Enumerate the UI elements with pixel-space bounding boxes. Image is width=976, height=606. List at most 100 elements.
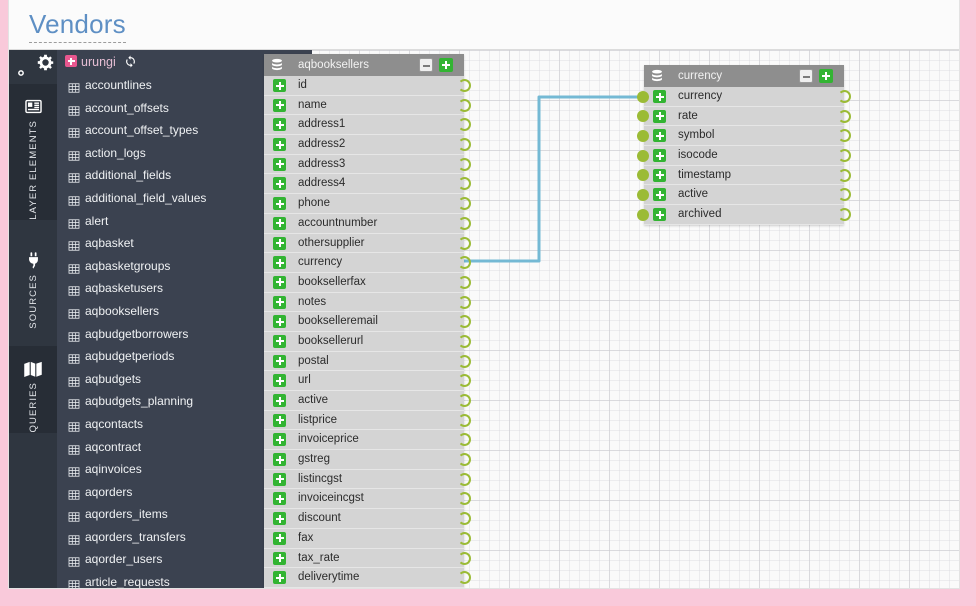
add-field-icon[interactable] bbox=[273, 531, 286, 545]
field-connector-right[interactable] bbox=[458, 571, 471, 585]
entity-field-row[interactable]: gstreg bbox=[264, 450, 471, 470]
field-connector-right[interactable] bbox=[458, 413, 471, 427]
entity-field-row[interactable]: listprice bbox=[264, 410, 471, 431]
refresh-icon[interactable] bbox=[121, 55, 137, 71]
field-connector-right[interactable] bbox=[458, 472, 471, 486]
field-connector-right[interactable] bbox=[838, 109, 851, 123]
entity-field-row[interactable]: accountnumber bbox=[264, 213, 471, 234]
field-connector-right[interactable] bbox=[838, 188, 851, 202]
field-connector-right[interactable] bbox=[458, 394, 471, 407]
add-field-icon[interactable] bbox=[273, 492, 286, 506]
add-field-icon[interactable] bbox=[273, 138, 286, 152]
field-connector-right[interactable] bbox=[458, 98, 471, 112]
add-field-icon[interactable] bbox=[273, 354, 286, 368]
field-connector-right[interactable] bbox=[838, 129, 851, 143]
entity-field-row[interactable]: address4 bbox=[264, 174, 471, 195]
sidebar-group-settings[interactable] bbox=[9, 50, 57, 84]
add-field-icon[interactable] bbox=[273, 98, 286, 112]
add-field-icon[interactable] bbox=[273, 256, 286, 270]
field-connector-right[interactable] bbox=[458, 275, 471, 289]
sidebar-group-layer-elements[interactable]: LAYER ELEMENTS bbox=[9, 84, 57, 220]
entity-field-row[interactable]: address2 bbox=[264, 135, 471, 155]
add-field-icon[interactable] bbox=[273, 394, 286, 407]
add-field-icon[interactable] bbox=[273, 157, 286, 171]
field-connector-right[interactable] bbox=[458, 216, 471, 230]
entity-field-row[interactable]: booksellerurl bbox=[264, 331, 471, 352]
entity-field-row[interactable]: active bbox=[637, 185, 851, 206]
add-field-icon[interactable] bbox=[273, 551, 286, 565]
field-connector-right[interactable] bbox=[838, 90, 851, 103]
entity-field-row[interactable]: isocode bbox=[637, 146, 851, 166]
add-field-icon[interactable] bbox=[273, 413, 286, 427]
entity-field-row[interactable]: postal bbox=[264, 351, 471, 372]
field-connector-left[interactable] bbox=[637, 90, 649, 103]
add-field-icon[interactable] bbox=[273, 177, 286, 191]
collapse-button-aqbooksellers[interactable] bbox=[419, 58, 433, 72]
field-connector-left[interactable] bbox=[637, 188, 649, 201]
add-field-icon[interactable] bbox=[273, 453, 286, 467]
field-connector-left[interactable] bbox=[637, 169, 649, 182]
entity-field-row[interactable]: notes bbox=[264, 292, 471, 313]
add-field-icon[interactable] bbox=[273, 472, 286, 486]
entity-field-row[interactable]: url bbox=[264, 371, 471, 391]
expand-button-currency[interactable] bbox=[819, 69, 833, 83]
entity-field-row[interactable]: timestamp bbox=[637, 165, 851, 186]
field-connector-right[interactable] bbox=[458, 177, 471, 191]
entity-field-row[interactable]: phone bbox=[264, 194, 471, 214]
field-connector-right[interactable] bbox=[458, 157, 471, 171]
entity-field-row[interactable]: booksellerfax bbox=[264, 272, 471, 293]
field-connector-right[interactable] bbox=[838, 149, 851, 163]
add-field-icon[interactable] bbox=[653, 168, 666, 182]
field-connector-right[interactable] bbox=[458, 433, 471, 447]
field-connector-left[interactable] bbox=[637, 208, 649, 221]
entity-field-row[interactable]: address1 bbox=[264, 115, 471, 136]
collapse-button-currency[interactable] bbox=[799, 69, 813, 83]
field-connector-right[interactable] bbox=[458, 551, 471, 565]
entity-field-row[interactable]: invoiceincgst bbox=[264, 489, 471, 510]
entity-field-row[interactable]: id bbox=[264, 76, 471, 96]
field-connector-right[interactable] bbox=[838, 168, 851, 182]
field-connector-left[interactable] bbox=[637, 149, 649, 162]
field-connector-right[interactable] bbox=[458, 256, 471, 270]
entity-field-row[interactable]: address3 bbox=[264, 154, 471, 175]
add-field-icon[interactable] bbox=[273, 334, 286, 348]
field-connector-right[interactable] bbox=[838, 208, 851, 222]
field-connector-left[interactable] bbox=[637, 110, 649, 123]
field-connector-right[interactable] bbox=[458, 374, 471, 388]
add-field-icon[interactable] bbox=[273, 275, 286, 289]
add-field-icon[interactable] bbox=[653, 129, 666, 143]
sidebar-group-sources[interactable]: SOURCES bbox=[9, 238, 57, 328]
field-connector-right[interactable] bbox=[458, 295, 471, 309]
entity-field-row[interactable]: name bbox=[264, 95, 471, 116]
add-field-icon[interactable] bbox=[653, 188, 666, 202]
add-field-icon[interactable] bbox=[653, 149, 666, 163]
add-field-icon[interactable] bbox=[273, 118, 286, 132]
entity-field-row[interactable]: discount bbox=[264, 509, 471, 529]
entity-field-row[interactable]: invoiceprice bbox=[264, 430, 471, 451]
field-connector-right[interactable] bbox=[458, 354, 471, 368]
entity-field-row[interactable]: archived bbox=[637, 205, 851, 225]
field-connector-right[interactable] bbox=[458, 118, 471, 132]
sidebar-group-queries[interactable]: QUERIES bbox=[9, 346, 57, 433]
field-connector-right[interactable] bbox=[458, 197, 471, 211]
entity-panel-aqbooksellers[interactable]: aqbooksellers id name address1 address2 addr… bbox=[264, 54, 471, 588]
entity-panel-currency[interactable]: currency currency rate symbol isocode timest… bbox=[637, 65, 851, 225]
field-connector-right[interactable] bbox=[458, 531, 471, 545]
field-connector-right[interactable] bbox=[458, 138, 471, 152]
add-field-icon[interactable] bbox=[273, 512, 286, 526]
canvas-work-area[interactable]: LAYER ELEMENTS SOURCES QUERIES urungi ac… bbox=[9, 50, 959, 588]
entity-field-row[interactable]: bookselleremail bbox=[264, 312, 471, 332]
field-connector-right[interactable] bbox=[458, 492, 471, 506]
add-field-icon[interactable] bbox=[273, 315, 286, 329]
add-field-icon[interactable] bbox=[653, 208, 666, 222]
entity-field-row[interactable]: currency bbox=[264, 253, 471, 273]
entity-field-row[interactable]: listincgst bbox=[264, 469, 471, 490]
field-connector-left[interactable] bbox=[637, 129, 649, 142]
field-connector-right[interactable] bbox=[458, 512, 471, 526]
add-field-icon[interactable] bbox=[653, 109, 666, 123]
entity-header-aqbooksellers[interactable]: aqbooksellers bbox=[264, 54, 464, 76]
entity-field-row[interactable]: currency bbox=[637, 87, 851, 107]
expand-button-aqbooksellers[interactable] bbox=[439, 58, 453, 72]
add-field-icon[interactable] bbox=[273, 197, 286, 211]
entity-header-currency[interactable]: currency bbox=[644, 65, 844, 87]
